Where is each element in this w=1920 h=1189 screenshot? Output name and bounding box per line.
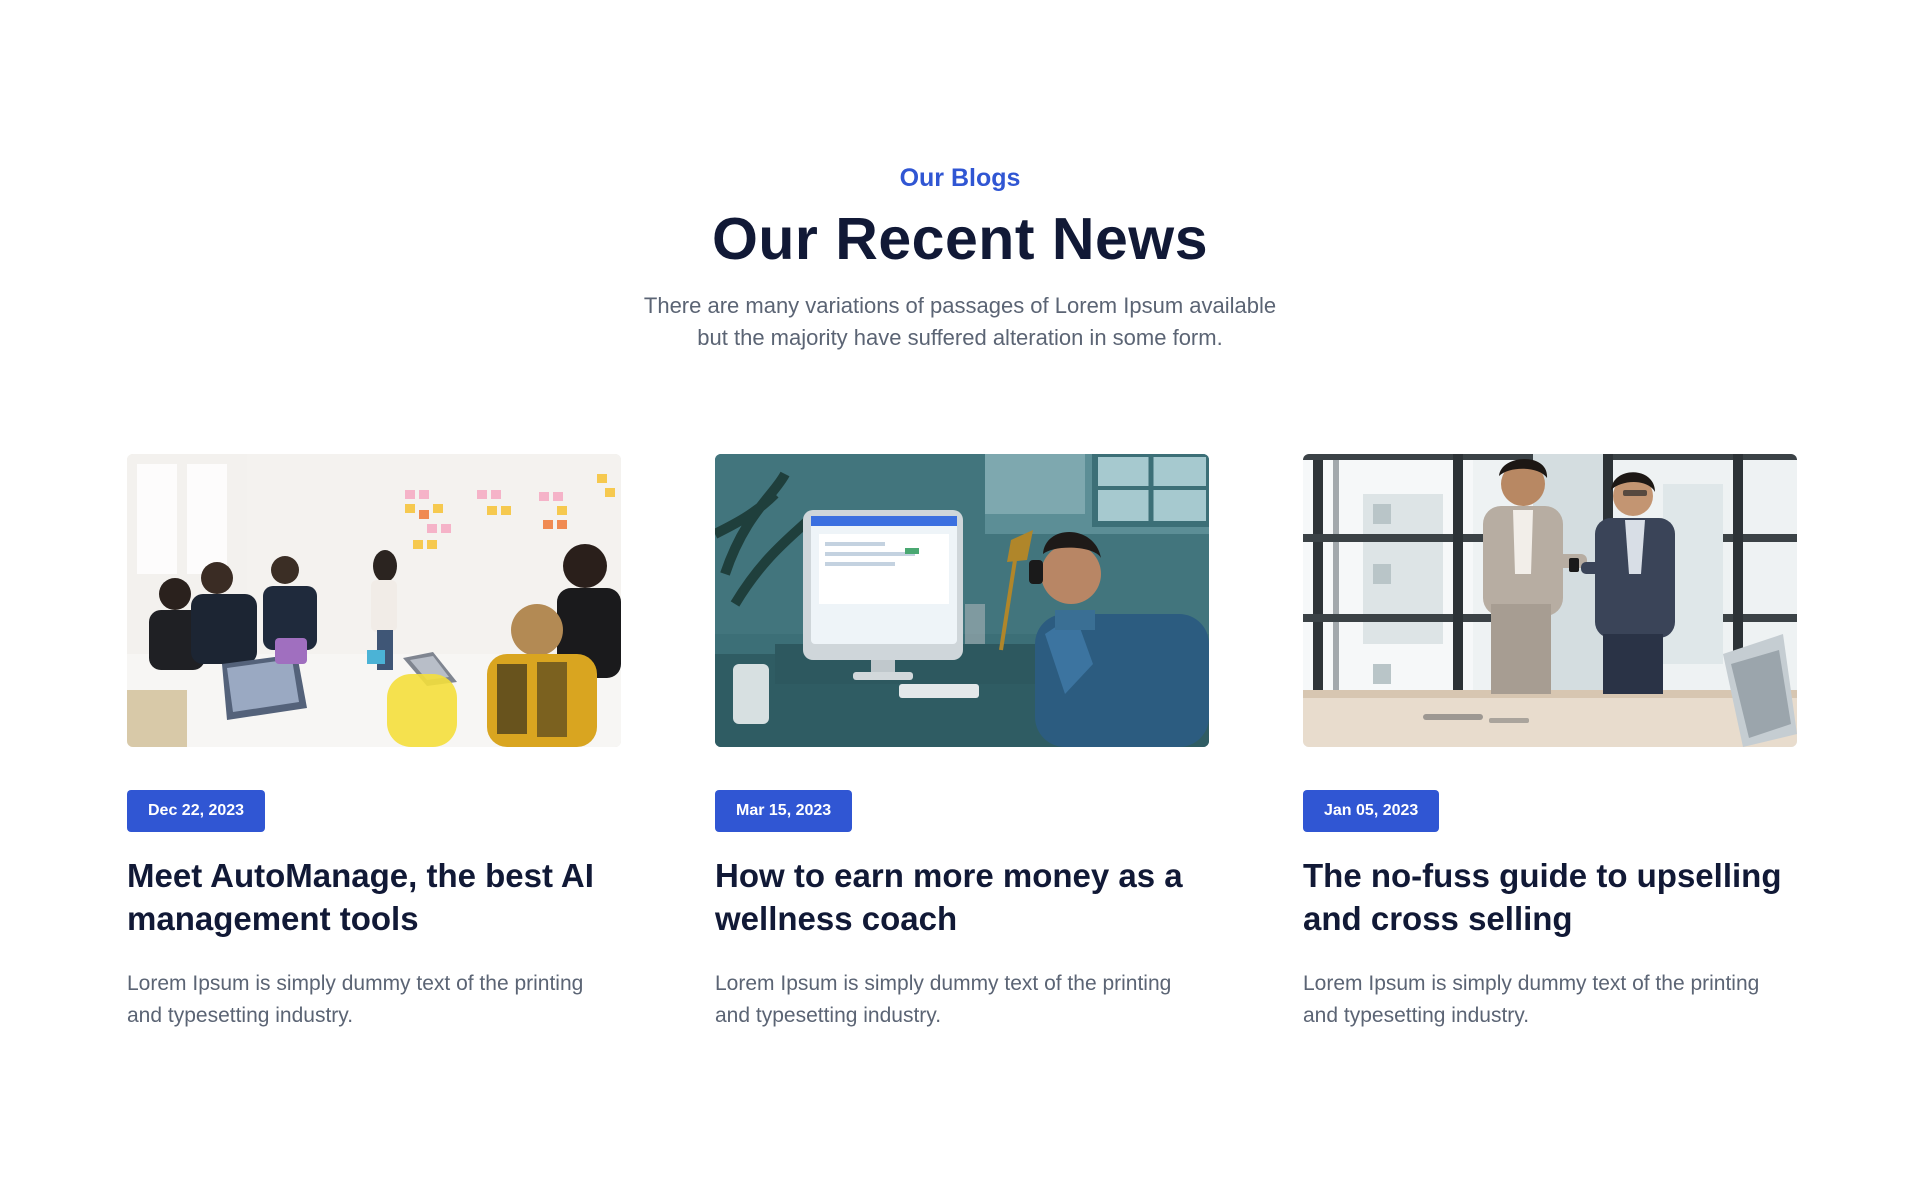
post-date-badge: Jan 05, 2023	[1303, 790, 1440, 832]
subtitle-line-1: There are many variations of passages of…	[643, 293, 1277, 318]
post-date-badge: Mar 15, 2023	[715, 790, 853, 832]
blog-card-image[interactable]	[127, 454, 621, 747]
post-excerpt: Lorem Ipsum is simply dummy text of the …	[127, 972, 584, 1027]
post-title[interactable]: Meet AutoManage, the best AI management …	[127, 854, 621, 940]
section-eyebrow: Our Blogs	[899, 164, 1021, 192]
businessmen-photo	[1303, 454, 1797, 747]
post-date-badge: Dec 22, 2023	[127, 790, 266, 832]
post-excerpt: Lorem Ipsum is simply dummy text of the …	[1303, 972, 1760, 1027]
blog-section: Our Blogs Our Recent News There are many…	[0, 0, 1920, 1189]
blog-card-image[interactable]	[1303, 454, 1797, 747]
post-title[interactable]: How to earn more money as a wellness coa…	[715, 854, 1209, 940]
blog-card[interactable]: Jan 05, 2023 The no-fuss guide to upsell…	[1303, 454, 1797, 1027]
blog-card-list: Dec 22, 2023 Meet AutoManage, the best A…	[127, 454, 1797, 1054]
blog-card[interactable]: Dec 22, 2023 Meet AutoManage, the best A…	[127, 454, 621, 1027]
blog-card-image[interactable]	[715, 454, 1209, 747]
post-title[interactable]: The no-fuss guide to upselling and cross…	[1303, 854, 1797, 940]
post-excerpt: Lorem Ipsum is simply dummy text of the …	[715, 972, 1172, 1027]
blog-card[interactable]: Mar 15, 2023 How to earn more money as a…	[715, 454, 1209, 1027]
subtitle-line-2: but the majority have suffered alteratio…	[697, 325, 1223, 350]
man-at-desk-photo	[715, 454, 1209, 747]
team-meeting-photo	[127, 454, 621, 747]
section-title: Our Recent News	[711, 206, 1209, 272]
section-subtitle: There are many variations of passages of…	[620, 290, 1300, 354]
section-header: Our Blogs Our Recent News There are many…	[0, 160, 1920, 354]
